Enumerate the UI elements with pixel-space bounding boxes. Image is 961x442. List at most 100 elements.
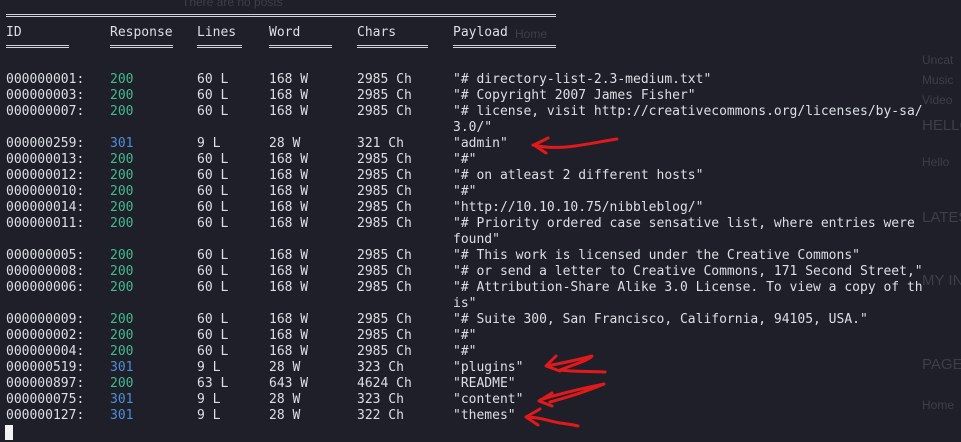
row-word: 168 W: [269, 104, 309, 119]
result-row: 000000010: 200 60 L 168 W 2985 Ch "#": [0, 184, 961, 200]
row-chars: 2985 Ch: [357, 248, 412, 263]
row-response: 301: [110, 408, 134, 423]
row-word: 168 W: [269, 184, 309, 199]
row-word: 168 W: [269, 280, 309, 295]
row-lines: 60 L: [197, 344, 229, 359]
row-word: 28 W: [269, 360, 301, 375]
row-lines: 60 L: [197, 104, 229, 119]
row-chars: 2985 Ch: [357, 216, 412, 231]
row-payload: "#": [453, 328, 477, 343]
row-id: 000000519:: [6, 360, 85, 375]
row-word: 168 W: [269, 328, 309, 343]
row-lines: 60 L: [197, 248, 229, 263]
row-lines: 9 L: [197, 392, 221, 407]
row-id: 000000006:: [6, 280, 85, 295]
row-payload: "content": [453, 392, 524, 407]
row-chars: 2985 Ch: [357, 280, 412, 295]
result-row: 000000008: 200 60 L 168 W 2985 Ch "# or …: [0, 264, 961, 280]
row-payload: "README": [453, 376, 516, 391]
row-response: 301: [110, 392, 134, 407]
row-response: 200: [110, 376, 134, 391]
result-row: 000000014: 200 60 L 168 W 2985 Ch "http:…: [0, 200, 961, 216]
row-response: 200: [110, 200, 134, 215]
header-rule-top: [6, 14, 556, 17]
row-id: 000000897:: [6, 376, 85, 391]
row-chars: 323 Ch: [357, 392, 404, 407]
row-chars: 2985 Ch: [357, 200, 412, 215]
row-word: 168 W: [269, 72, 309, 87]
result-row-continuation: found": [0, 232, 961, 248]
row-word: 643 W: [269, 376, 309, 391]
row-id: 000000007:: [6, 104, 85, 119]
row-payload: "# Priority ordered case sensative list,…: [453, 216, 915, 231]
row-response: 200: [110, 184, 134, 199]
result-row: 000000897: 200 63 L 643 W 4624 Ch "READM…: [0, 376, 961, 392]
row-lines: 60 L: [197, 216, 229, 231]
row-word: 168 W: [269, 344, 309, 359]
result-row: 000000001: 200 60 L 168 W 2985 Ch "# dir…: [0, 72, 961, 88]
header-lines: Lines: [197, 25, 237, 40]
row-id: 000000003:: [6, 88, 85, 103]
row-response: 301: [110, 136, 134, 151]
row-id: 000000259:: [6, 136, 85, 151]
row-chars: 2985 Ch: [357, 344, 412, 359]
row-payload: "# Copyright 2007 James Fisher": [453, 88, 696, 103]
row-chars: 323 Ch: [357, 360, 404, 375]
row-response: 200: [110, 344, 134, 359]
row-word: 168 W: [269, 264, 309, 279]
row-payload: "#": [453, 184, 477, 199]
row-id: 000000127:: [6, 408, 85, 423]
row-payload: "# This work is licensed under the Creat…: [453, 248, 860, 263]
result-row: 000000012: 200 60 L 168 W 2985 Ch "# on …: [0, 168, 961, 184]
row-response: 200: [110, 280, 134, 295]
row-lines: 60 L: [197, 168, 229, 183]
result-row: 000000006: 200 60 L 168 W 2985 Ch "# Att…: [0, 280, 961, 296]
row-word: 168 W: [269, 88, 309, 103]
row-payload: "# license, visit http://creativecommons…: [453, 104, 923, 119]
result-row: 000000005: 200 60 L 168 W 2985 Ch "# Thi…: [0, 248, 961, 264]
row-response: 200: [110, 72, 134, 87]
row-lines: 60 L: [197, 184, 229, 199]
row-word: 168 W: [269, 248, 309, 263]
row-payload: "#": [453, 152, 477, 167]
row-chars: 2985 Ch: [357, 184, 412, 199]
row-response: 200: [110, 152, 134, 167]
row-payload: "# or send a letter to Creative Commons,…: [453, 264, 923, 279]
row-chars: 2985 Ch: [357, 264, 412, 279]
terminal-window[interactable]: There are no posts Home Uncat Music Vide…: [0, 0, 961, 442]
row-response: 200: [110, 312, 134, 327]
header-rule-segment: [357, 45, 428, 48]
row-chars: 2985 Ch: [357, 104, 412, 119]
row-response: 200: [110, 264, 134, 279]
row-payload: "admin": [453, 136, 508, 151]
background-page-text: There are no posts: [182, 0, 283, 9]
row-chars: 322 Ch: [357, 408, 404, 423]
terminal-cursor[interactable]: [5, 425, 13, 440]
row-lines: 60 L: [197, 312, 229, 327]
row-word: 28 W: [269, 392, 301, 407]
header-id: ID: [6, 25, 22, 40]
row-response: 200: [110, 168, 134, 183]
row-lines: 63 L: [197, 376, 229, 391]
header-rule-segment: [269, 45, 332, 48]
row-payload: "# directory-list-2.3-medium.txt": [453, 72, 712, 87]
result-row: 000000009: 200 60 L 168 W 2985 Ch "# Sui…: [0, 312, 961, 328]
result-row-continuation: is": [0, 296, 961, 312]
row-chars: 2985 Ch: [357, 328, 412, 343]
row-id: 000000075:: [6, 392, 85, 407]
row-lines: 60 L: [197, 328, 229, 343]
row-response: 200: [110, 104, 134, 119]
result-row: 000000519: 301 9 L 28 W 323 Ch "plugins": [0, 360, 961, 376]
row-id: 000000012:: [6, 168, 85, 183]
result-row: 000000127: 301 9 L 28 W 322 Ch "themes": [0, 408, 961, 424]
header-response: Response: [110, 25, 173, 40]
row-payload: "# on atleast 2 different hosts": [453, 168, 704, 183]
header-chars: Chars: [357, 25, 397, 40]
row-id: 000000008:: [6, 264, 85, 279]
header-rule-segment: [110, 45, 173, 48]
row-response: 200: [110, 248, 134, 263]
row-chars: 2985 Ch: [357, 88, 412, 103]
header-payload: Payload: [453, 25, 508, 40]
row-response: 200: [110, 216, 134, 231]
results-header: ID Response Lines Word Chars Payload: [0, 25, 961, 41]
